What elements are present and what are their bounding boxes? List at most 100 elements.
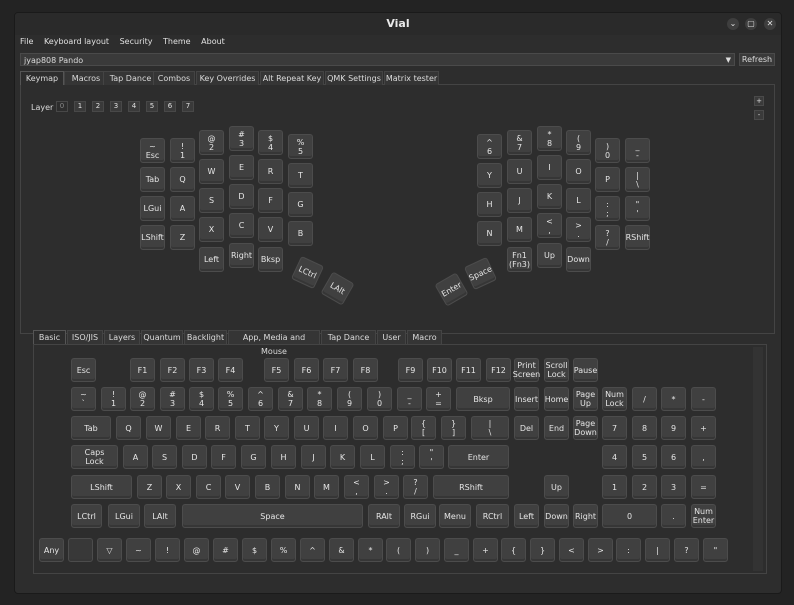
keymap-key[interactable]: > . [566, 217, 591, 242]
keycode-key[interactable]: { [501, 538, 526, 562]
keymap-key[interactable]: : ; [595, 196, 620, 221]
keycode-key[interactable]: J [301, 445, 326, 469]
device-select[interactable]: jyap808 Pando ▼ [20, 53, 735, 66]
keycode-key[interactable]: & 7 [278, 387, 303, 411]
keymap-key[interactable]: $ 4 [258, 130, 283, 155]
keycode-tab-4[interactable]: Backlight [184, 330, 227, 344]
keycode-key[interactable]: ^ 6 [248, 387, 273, 411]
keymap-key[interactable]: L [566, 188, 591, 213]
keycode-key[interactable]: & [329, 538, 354, 562]
tab-3[interactable]: Combos [153, 71, 195, 85]
keycode-tab-3[interactable]: Quantum [141, 330, 183, 344]
keycode-key[interactable]: 7 [602, 416, 627, 440]
keycode-key[interactable]: ? [674, 538, 699, 562]
keymap-key[interactable]: N [477, 221, 502, 246]
keymap-key[interactable]: I [537, 155, 562, 180]
keymap-key[interactable]: | \ [625, 167, 650, 192]
keycode-key[interactable]: RShift [433, 475, 509, 499]
keycode-key[interactable]: W [146, 416, 171, 440]
keymap-key[interactable]: LGui [140, 196, 165, 221]
keymap-key[interactable]: ^ 6 [477, 134, 502, 159]
keymap-key[interactable]: Up [537, 243, 562, 268]
keymap-key[interactable]: Z [170, 225, 195, 250]
keycode-key[interactable]: F5 [264, 358, 289, 382]
keycode-key[interactable]: < , [344, 475, 369, 499]
keycode-key[interactable]: F7 [323, 358, 348, 382]
keymap-key[interactable]: R [258, 159, 283, 184]
layer-button-7[interactable]: 7 [182, 101, 194, 112]
layer-button-6[interactable]: 6 [164, 101, 176, 112]
keycode-key[interactable]: 1 [602, 475, 627, 499]
keymap-key[interactable]: Y [477, 163, 502, 188]
keymap-key[interactable]: Right [229, 243, 254, 268]
keycode-key[interactable]: ! 1 [101, 387, 126, 411]
keycode-key[interactable]: Space [182, 504, 363, 528]
keymap-key[interactable]: E [229, 155, 254, 180]
keymap-key[interactable]: B [288, 221, 313, 246]
keycode-key[interactable]: F1 [130, 358, 155, 382]
keycode-key[interactable]: Caps Lock [71, 445, 118, 469]
keymap-key[interactable]: M [507, 217, 532, 242]
keymap-key[interactable]: @ 2 [199, 130, 224, 155]
keycode-key[interactable]: V [225, 475, 250, 499]
keycode-key[interactable]: ~ ` [71, 387, 96, 411]
keycode-key[interactable]: + [473, 538, 498, 562]
keycode-key[interactable]: ( [386, 538, 411, 562]
keymap-key[interactable]: T [288, 163, 313, 188]
keymap-key[interactable]: V [258, 217, 283, 242]
keycode-key[interactable]: $ 4 [189, 387, 214, 411]
keycode-key[interactable]: Esc [71, 358, 96, 382]
keymap-key[interactable]: J [507, 188, 532, 213]
keycode-key[interactable]: / [632, 387, 657, 411]
keycode-key[interactable]: M [314, 475, 339, 499]
keycode-key[interactable]: ? / [403, 475, 428, 499]
keymap-key[interactable]: Fn1 (Fn3) [507, 247, 532, 272]
keycode-key[interactable]: Bksp [456, 387, 510, 411]
keycode-key[interactable]: O [353, 416, 378, 440]
keycode-key[interactable]: Home [544, 387, 569, 411]
keycode-key[interactable]: U [294, 416, 319, 440]
keycode-key[interactable]: Num Lock [602, 387, 627, 411]
keymap-key[interactable]: Down [566, 247, 591, 272]
keycode-key[interactable]: 5 [632, 445, 657, 469]
keycode-key[interactable]: # 3 [160, 387, 185, 411]
zoom-out-button[interactable]: - [754, 110, 764, 120]
keycode-key[interactable]: ^ [300, 538, 325, 562]
keycode-key[interactable]: } ] [441, 416, 466, 440]
keycode-key[interactable]: F12 [486, 358, 511, 382]
keycode-key[interactable]: C [196, 475, 221, 499]
keycode-key[interactable]: K [330, 445, 355, 469]
keycode-key[interactable]: * [661, 387, 686, 411]
keycode-key[interactable]: Tab [71, 416, 111, 440]
layer-button-5[interactable]: 5 [146, 101, 158, 112]
menu-file[interactable]: File [20, 37, 33, 46]
keycode-key[interactable]: Page Down [573, 416, 598, 440]
keycode-key[interactable]: ~ [126, 538, 151, 562]
menu-security[interactable]: Security [120, 37, 153, 46]
keymap-key[interactable]: & 7 [507, 130, 532, 155]
keycode-key[interactable]: 2 [632, 475, 657, 499]
keycode-key[interactable]: Left [514, 504, 539, 528]
keymap-key[interactable]: Tab [140, 167, 165, 192]
keycode-key[interactable]: 9 [661, 416, 686, 440]
keycode-key[interactable]: = [691, 475, 716, 499]
keycode-key[interactable]: F2 [160, 358, 185, 382]
keymap-key[interactable]: ) 0 [595, 138, 620, 163]
keycode-key[interactable]: | [645, 538, 670, 562]
keycode-tab-0[interactable]: Basic [33, 330, 66, 344]
zoom-in-button[interactable]: + [754, 96, 764, 106]
keymap-key[interactable]: Left [199, 247, 224, 272]
keycode-key[interactable]: ▽ [97, 538, 122, 562]
menu-about[interactable]: About [201, 37, 225, 46]
tab-7[interactable]: Matrix tester [384, 71, 439, 85]
keycode-tab-7[interactable]: User [377, 330, 406, 344]
layer-button-0[interactable]: 0 [56, 101, 68, 112]
layer-button-4[interactable]: 4 [128, 101, 140, 112]
keycode-key[interactable]: F [211, 445, 236, 469]
keycode-key[interactable]: 0 [602, 504, 657, 528]
keycode-key[interactable]: % 5 [218, 387, 243, 411]
keycode-key[interactable]: ( 9 [337, 387, 362, 411]
keycode-key[interactable]: ) 0 [367, 387, 392, 411]
keycode-key[interactable]: A [123, 445, 148, 469]
keymap-key[interactable]: ( 9 [566, 130, 591, 155]
